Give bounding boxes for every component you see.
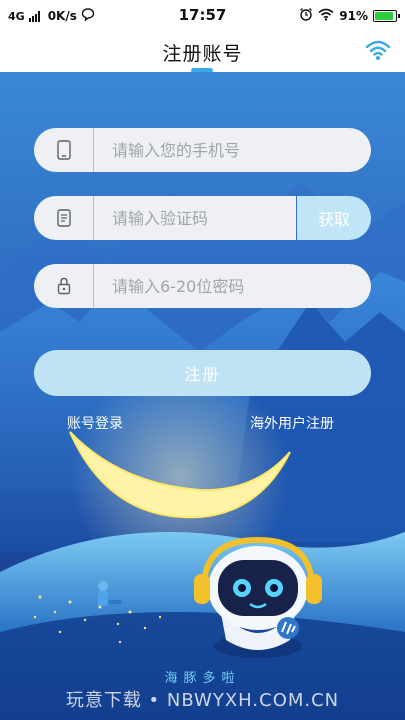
wifi-icon (318, 8, 334, 24)
status-bar: 4G 0K/s 17:57 91% (0, 0, 405, 30)
get-code-button[interactable]: 获取 (297, 196, 371, 240)
title-bar: 注册账号 (0, 30, 405, 73)
wifi-icon[interactable] (365, 39, 391, 65)
account-login-link[interactable]: 账号登录 (67, 413, 123, 433)
overseas-register-link[interactable]: 海外用户注册 (250, 413, 334, 433)
verification-code-field[interactable] (34, 196, 296, 240)
battery-icon (373, 9, 400, 22)
password-input[interactable] (94, 264, 371, 308)
battery-percent: 91% (339, 8, 368, 23)
verification-code-input[interactable] (94, 196, 296, 240)
page-title: 注册账号 (162, 43, 243, 65)
watermark-text: 玩意下载 • NBWYXH.COM.CN (65, 690, 340, 711)
password-field[interactable] (34, 264, 371, 308)
status-right: 91% (299, 7, 400, 24)
alarm-icon (299, 7, 313, 24)
brand-name: 海豚多啦 (164, 671, 241, 686)
sms-icon (34, 196, 94, 240)
lock-icon (34, 264, 94, 308)
register-button[interactable]: 注册 (34, 350, 371, 396)
phone-icon (34, 128, 94, 172)
phone-field[interactable] (34, 128, 371, 172)
phone-input[interactable] (94, 128, 371, 172)
